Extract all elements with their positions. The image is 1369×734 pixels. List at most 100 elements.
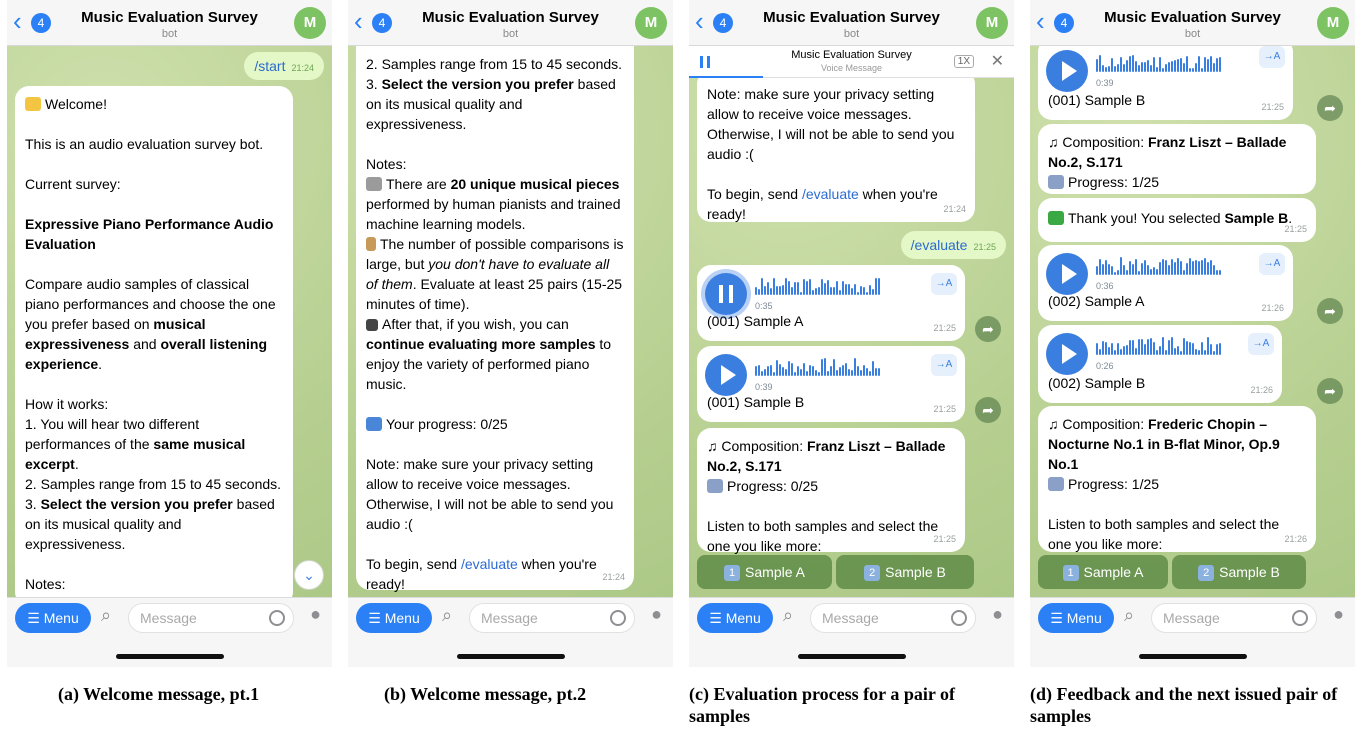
voice-message-b[interactable]: 0:39 →A (001) Sample B 21:25 [697, 346, 965, 422]
menu-button[interactable]: ☰ Menu [697, 603, 773, 633]
home-indicator [457, 654, 565, 659]
waveform-bar [1096, 59, 1098, 72]
sample-b-button[interactable]: 2 Sample B [1172, 555, 1306, 589]
thanks-message: Thank you! You selected Sample B. 21:25 [1038, 198, 1316, 242]
waveform-bar [1213, 63, 1215, 72]
waveform[interactable] [1096, 54, 1221, 72]
microphone-icon[interactable]: ● [1333, 604, 1344, 625]
waveform[interactable] [755, 358, 880, 376]
chat-title: Music Evaluation Survey [81, 9, 258, 26]
play-button[interactable] [705, 354, 747, 396]
avatar[interactable]: M [635, 7, 667, 39]
waveform-bar [1105, 342, 1107, 355]
waveform-bar [1117, 64, 1119, 72]
waveform-bar [1219, 57, 1221, 72]
waveform-bar [1159, 346, 1161, 355]
microphone-icon[interactable]: ● [310, 604, 321, 625]
play-button[interactable] [1046, 50, 1088, 92]
avatar[interactable]: M [976, 7, 1008, 39]
waveform-bar [863, 365, 865, 376]
numbers-icon [1048, 175, 1064, 189]
waveform-bar [1162, 68, 1164, 72]
voice-message-a[interactable]: 0:35 →A (001) Sample A 21:25 [697, 265, 965, 341]
waveform-bar [878, 368, 880, 376]
chat-subtitle: bot [161, 28, 178, 40]
forward-icon[interactable]: ➦ [1317, 95, 1343, 121]
sample-b-button[interactable]: 2 Sample B [836, 555, 974, 589]
waveform-bar [1150, 65, 1152, 72]
evaluate-command-link[interactable]: /evaluate [802, 186, 859, 202]
audio-player-bar[interactable]: Music Evaluation Survey Voice Message 1X… [689, 46, 1014, 78]
waveform-bar [1153, 342, 1155, 355]
menu-button[interactable]: ☰ Menu [15, 603, 91, 633]
sample-a-button[interactable]: 1 Sample A [1038, 555, 1168, 589]
menu-button[interactable]: ☰ Menu [1038, 603, 1114, 633]
waveform-bar [845, 284, 847, 295]
evaluate-command-link[interactable]: /evaluate [461, 556, 518, 572]
voice-caption: (002) Sample A [1048, 293, 1145, 309]
avatar[interactable]: M [294, 7, 326, 39]
waveform[interactable] [755, 277, 880, 295]
play-button[interactable] [1046, 333, 1088, 375]
sticker-icon[interactable] [951, 610, 967, 626]
forward-icon[interactable]: ➦ [1317, 298, 1343, 324]
waveform-bar [872, 289, 874, 295]
play-button[interactable] [1046, 253, 1088, 295]
waveform-bar [1120, 57, 1122, 72]
microphone-icon[interactable]: ● [992, 604, 1003, 625]
transcribe-button[interactable]: →A [931, 273, 957, 295]
waveform-bar [1162, 259, 1164, 275]
message-time: 21:25 [933, 323, 956, 333]
waveform[interactable] [1096, 257, 1221, 275]
attach-icon[interactable]: ⌕ [1124, 605, 1134, 626]
sticker-icon[interactable] [1292, 610, 1308, 626]
waveform[interactable] [1096, 337, 1221, 355]
transcribe-button[interactable]: →A [1248, 333, 1274, 355]
forward-icon[interactable]: ➦ [975, 397, 1001, 423]
message-time: 21:24 [943, 204, 966, 214]
transcribe-button[interactable]: →A [1259, 46, 1285, 68]
waveform-bar [800, 369, 802, 376]
waveform-bar [878, 278, 880, 295]
home-indicator [1139, 654, 1247, 659]
sticker-icon[interactable] [269, 610, 285, 626]
start-command[interactable]: /start [254, 58, 285, 74]
microphone-icon[interactable]: ● [651, 604, 662, 625]
scroll-down-chevron-icon[interactable]: ⌄ [294, 560, 324, 590]
voice-message-prev-b[interactable]: 0:39 →A (001) Sample B 21:25 [1038, 38, 1293, 120]
waveform-bar [1138, 65, 1140, 72]
forward-icon[interactable]: ➦ [975, 316, 1001, 342]
waveform-bar [1207, 262, 1209, 275]
waveform-bar [1156, 269, 1158, 275]
intro-text: This is an audio evaluation survey bot. [25, 136, 264, 152]
transcribe-button[interactable]: →A [1259, 253, 1285, 275]
voice-message-a[interactable]: 0:36 →A (002) Sample A 21:26 [1038, 245, 1293, 321]
composition-message: ♫ Composition: Franz Liszt – Ballade No.… [697, 428, 965, 554]
waveform-bar [761, 278, 763, 295]
voice-message-b[interactable]: 0:26 →A (002) Sample B 21:26 [1038, 325, 1282, 403]
avatar[interactable]: M [1317, 7, 1349, 39]
playback-speed-button[interactable]: 1X [953, 55, 974, 68]
waveform-bar [1102, 65, 1104, 72]
attach-icon[interactable]: ⌕ [783, 605, 793, 626]
pause-button[interactable] [705, 273, 747, 315]
waveform-bar [875, 368, 877, 376]
attach-icon[interactable]: ⌕ [442, 605, 452, 626]
close-icon[interactable]: ✕ [991, 51, 1004, 71]
waveform-bar [1189, 68, 1191, 72]
waveform-bar [836, 370, 838, 376]
attach-icon[interactable]: ⌕ [101, 605, 111, 626]
transcribe-button[interactable]: →A [931, 354, 957, 376]
menu-button[interactable]: ☰ Menu [356, 603, 432, 633]
sample-a-button[interactable]: 1 Sample A [697, 555, 832, 589]
waveform-bar [851, 370, 853, 376]
evaluate-command[interactable]: /evaluate [911, 237, 968, 253]
forward-icon[interactable]: ➦ [1317, 378, 1343, 404]
waveform-bar [767, 366, 769, 376]
sticker-icon[interactable] [610, 610, 626, 626]
waveform-bar [797, 366, 799, 376]
waveform-bar [1174, 262, 1176, 275]
message-time: 21:25 [1284, 224, 1307, 234]
chat-header: ‹ 4 Music Evaluation Survey bot M [1030, 0, 1355, 46]
waveform-bar [773, 278, 775, 295]
